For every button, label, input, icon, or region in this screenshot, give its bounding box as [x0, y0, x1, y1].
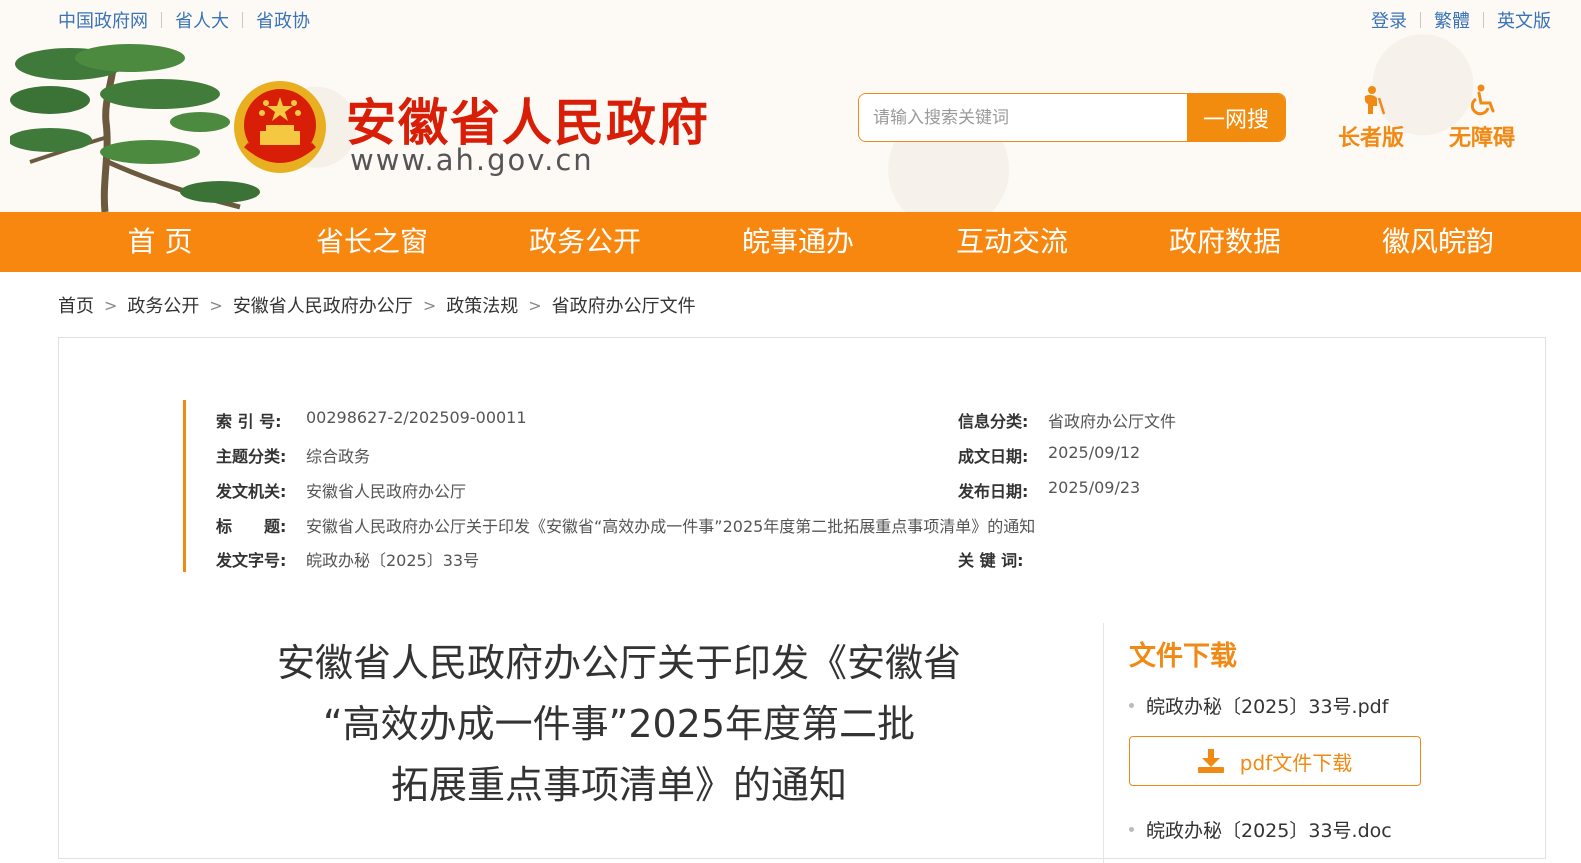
article-title-line: 安徽省人民政府办公厅关于印发《安徽省	[276, 641, 961, 685]
search-input[interactable]	[859, 94, 1187, 141]
breadcrumb-office-docs[interactable]: 省政府办公厅文件	[552, 292, 696, 318]
download-file-name[interactable]: 皖政办秘〔2025〕33号.doc	[1146, 816, 1392, 843]
search-button[interactable]: 一网搜	[1187, 94, 1285, 141]
breadcrumb-home[interactable]: 首页	[58, 292, 94, 318]
pine-tree-icon	[10, 44, 260, 212]
nav-services[interactable]: 皖事通办	[698, 212, 898, 272]
separator	[1483, 12, 1484, 28]
breadcrumb-office[interactable]: 安徽省人民政府办公厅	[233, 292, 413, 318]
meta-title: 标 题: 安徽省人民政府办公厅关于印发《安徽省“高效办成一件事”2025年度第二…	[216, 517, 1036, 536]
nav-culture[interactable]: 徽风皖韵	[1338, 212, 1538, 272]
download-section-title: 文件下载	[1129, 641, 1237, 672]
meta-keywords: 关 键 词:	[958, 551, 1024, 570]
document-meta: 索 引 号: 00298627-2/202509-00011 信息分类: 省政府…	[183, 400, 1246, 572]
main-nav: 首 页 省长之窗 政务公开 皖事通办 互动交流 政府数据 徽风皖韵	[0, 212, 1581, 272]
meta-category: 信息分类: 省政府办公厅文件	[958, 412, 1177, 431]
breadcrumb: 首页 > 政务公开 > 安徽省人民政府办公厅 > 政策法规 > 省政府办公厅文件	[58, 292, 696, 318]
top-links-right: 登录 繁體 英文版	[1371, 7, 1551, 33]
breadcrumb-policy[interactable]: 政策法规	[446, 292, 518, 318]
article-title-line: “高效办成一件事”2025年度第二批	[322, 702, 916, 746]
link-gov-cn[interactable]: 中国政府网	[58, 7, 148, 33]
meta-doc-number: 发文字号: 皖政办秘〔2025〕33号	[216, 551, 480, 570]
link-provincial-cppcc[interactable]: 省政协	[256, 7, 310, 33]
accessibility-label: 无障碍	[1448, 126, 1515, 151]
login-link[interactable]: 登录	[1371, 7, 1407, 33]
elder-icon	[1364, 86, 1386, 115]
meta-published-date: 发布日期: 2025/09/23	[958, 478, 1141, 501]
nav-governor-window[interactable]: 省长之窗	[272, 212, 472, 272]
elder-mode-label: 长者版	[1337, 126, 1404, 151]
article-title: 安徽省人民政府办公厅关于印发《安徽省 “高效办成一件事”2025年度第二批 拓展…	[239, 633, 999, 816]
article-title-line: 拓展重点事项清单》的通知	[390, 763, 847, 807]
content-panel: 索 引 号: 00298627-2/202509-00011 信息分类: 省政府…	[58, 337, 1546, 863]
nav-interaction[interactable]: 互动交流	[912, 212, 1112, 272]
chevron-right-icon: >	[528, 295, 542, 315]
nav-gov-data[interactable]: 政府数据	[1125, 212, 1325, 272]
download-file-item[interactable]: 皖政办秘〔2025〕33号.doc	[1129, 816, 1392, 843]
elder-mode-link[interactable]: 长者版	[1326, 84, 1416, 152]
link-provincial-congress[interactable]: 省人大	[175, 7, 229, 33]
bullet-icon	[1129, 703, 1134, 708]
national-emblem-icon	[234, 81, 326, 173]
download-icon	[1197, 749, 1224, 773]
meta-theme: 主题分类: 综合政务	[216, 447, 371, 466]
download-file-item[interactable]: 皖政办秘〔2025〕33号.pdf	[1129, 692, 1388, 719]
download-file-name[interactable]: 皖政办秘〔2025〕33号.pdf	[1146, 692, 1388, 719]
wheelchair-icon	[1470, 84, 1495, 116]
search-bar: 一网搜	[858, 93, 1286, 142]
pdf-download-label: pdf文件下载	[1239, 750, 1353, 775]
chevron-right-icon: >	[422, 295, 437, 315]
bullet-icon	[1129, 827, 1134, 832]
nav-home[interactable]: 首 页	[60, 212, 260, 272]
traditional-chinese-link[interactable]: 繁體	[1434, 7, 1470, 33]
divider	[1103, 623, 1104, 863]
meta-written-date: 成文日期: 2025/09/12	[958, 443, 1141, 466]
nav-government-affairs[interactable]: 政务公开	[485, 212, 685, 272]
english-version-link[interactable]: 英文版	[1497, 7, 1551, 33]
pdf-download-button[interactable]: pdf文件下载	[1129, 736, 1421, 786]
chevron-right-icon: >	[104, 295, 118, 315]
meta-index: 索 引 号: 00298627-2/202509-00011	[216, 408, 527, 431]
accessibility-link[interactable]: 无障碍	[1437, 84, 1527, 152]
site-header: 中国政府网 省人大 省政协 登录 繁體 英文版 安徽省人民政府 www.ah.g…	[0, 0, 1581, 212]
separator	[242, 12, 243, 28]
meta-issuer: 发文机关: 安徽省人民政府办公厅	[216, 482, 467, 501]
site-url: www.ah.gov.cn	[350, 143, 594, 177]
top-links-left: 中国政府网 省人大 省政协	[58, 7, 310, 33]
chevron-right-icon: >	[209, 295, 223, 315]
separator	[161, 12, 162, 28]
breadcrumb-gov-affairs[interactable]: 政务公开	[127, 292, 199, 318]
separator	[1420, 12, 1421, 28]
